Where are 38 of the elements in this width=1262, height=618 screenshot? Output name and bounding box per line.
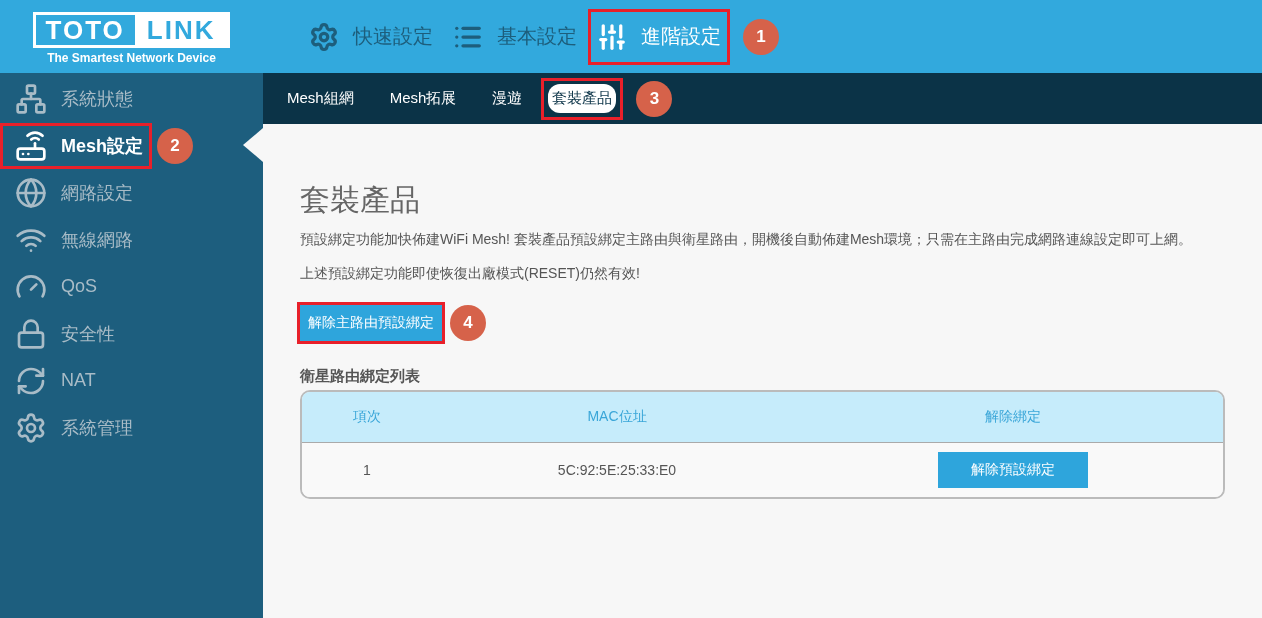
step-callout: 3 — [636, 80, 673, 117]
logo: TOTO LINK — [32, 12, 231, 48]
table-title: 衛星路由綁定列表 — [300, 367, 421, 386]
sliders-icon — [597, 21, 627, 52]
sidebar-item[interactable]: QoS — [3, 266, 104, 307]
unbind-main-router-button[interactable]: 解除主路由預設綁定 — [300, 305, 442, 341]
network-icon — [15, 82, 47, 115]
sidebar-item[interactable]: Mesh設定 — [3, 125, 149, 166]
top-nav-item[interactable]: 基本設定 — [447, 11, 583, 62]
settings-icon — [309, 21, 339, 52]
column-header: MAC位址 — [587, 408, 647, 426]
sidebar-item[interactable]: NAT — [3, 360, 102, 401]
lock-icon — [15, 317, 47, 350]
top-nav-item[interactable]: 進階設定 — [591, 11, 727, 62]
page-title: 套裝產品 — [300, 182, 421, 218]
step-callout: 2 — [157, 127, 193, 164]
tab[interactable]: 漫遊 — [478, 80, 537, 117]
sidebar-item[interactable]: 系統管理 — [3, 407, 139, 448]
column-header: 解除綁定 — [984, 408, 1041, 426]
table-cell: 5C:92:5E:25:33:E0 — [557, 462, 677, 478]
sidebar-item[interactable]: 系統狀態 — [3, 78, 139, 119]
column-header: 項次 — [353, 408, 381, 426]
top-nav-item[interactable]: 快速設定 — [303, 11, 439, 62]
sidebar-item[interactable]: 網路設定 — [3, 172, 139, 213]
logo-tagline: The Smartest Network Device — [47, 51, 216, 65]
router-icon — [15, 129, 47, 162]
unbind-button[interactable]: 解除預設綁定 — [937, 452, 1088, 488]
sidebar-item[interactable]: 安全性 — [3, 313, 121, 354]
settings-icon — [15, 411, 47, 444]
description-text: 上述預設綁定功能即使恢復出廠模式(RESET)仍然有效! — [300, 265, 641, 283]
globe-icon — [15, 176, 47, 209]
sidebar-item[interactable]: 無線網路 — [3, 219, 139, 260]
step-callout: 1 — [743, 18, 779, 55]
description-text: 預設綁定功能加快佈建WiFi Mesh! 套裝產品預設綁定主路由與衛星路由，開機後自動佈建Mesh環境；只需在主路由完成網路連線設定即可上網。 — [300, 231, 1194, 249]
table-cell: 1 — [363, 462, 371, 478]
step-callout: 4 — [450, 305, 486, 341]
tab[interactable]: Mesh拓展 — [375, 80, 471, 117]
tab[interactable]: Mesh組網 — [273, 80, 368, 117]
